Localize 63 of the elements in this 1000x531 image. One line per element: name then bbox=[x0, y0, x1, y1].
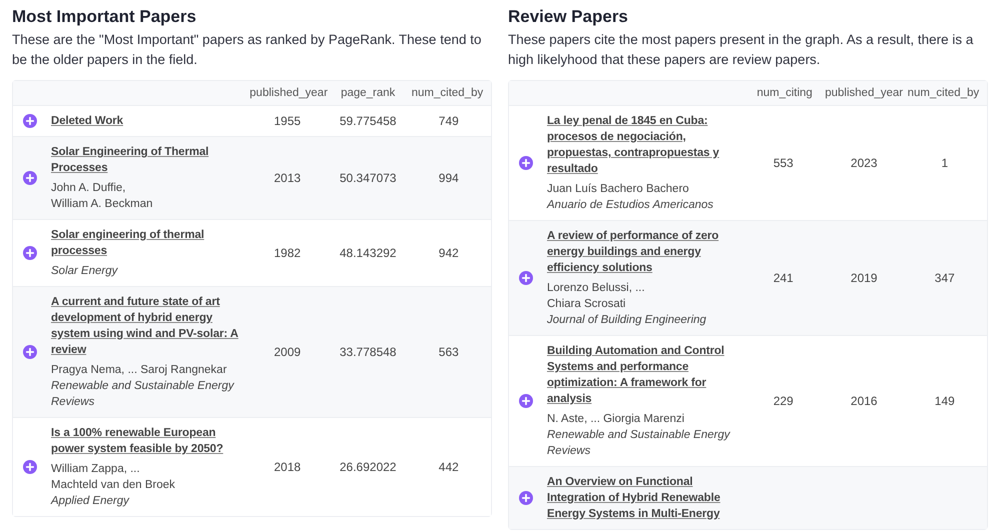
paper-journal: Anuario de Estudios Americanos bbox=[547, 198, 714, 213]
paper-authors: N. Aste, ... Giorgia Marenzi bbox=[547, 412, 686, 427]
table-cell-text: 2023 bbox=[850, 156, 878, 170]
add-icon[interactable] bbox=[23, 171, 37, 185]
table-cell-text: 749 bbox=[438, 114, 460, 128]
column-header: published_year bbox=[824, 87, 904, 99]
paper-authors: William Zappa, ... Machteld van den Broek bbox=[51, 462, 176, 493]
paper-title-link[interactable]: Deleted Work bbox=[51, 113, 247, 129]
table-cell-text: 149 bbox=[934, 394, 956, 408]
paper-title-link[interactable]: A review of performance of zero energy buildings and energy efficiency solutions bbox=[547, 228, 743, 276]
paper-authors: John A. Duffie, William A. Beckman bbox=[51, 181, 154, 212]
section-description: These are the "Most Important" papers as ranked by PageRank. These tend to be the older papers in the field. bbox=[12, 31, 482, 69]
add-icon[interactable] bbox=[519, 394, 533, 408]
column-header: page_rank bbox=[340, 87, 396, 99]
add-icon[interactable] bbox=[23, 114, 37, 128]
paper-journal: Renewable and Sustainable Energy Reviews bbox=[51, 379, 236, 410]
table-cell-text: 59.775458 bbox=[338, 114, 398, 128]
table-cell-text: 50.347073 bbox=[338, 171, 398, 185]
table-cell-text: 347 bbox=[934, 271, 956, 285]
paper-authors: Lorenzo Belussi, ... Chiara Scrosati bbox=[547, 281, 646, 312]
table-cell-text: 2019 bbox=[850, 271, 878, 285]
column-header: published_year bbox=[249, 87, 328, 99]
section-title: Review Papers bbox=[508, 6, 630, 28]
paper-journal: Applied Energy bbox=[51, 494, 130, 509]
paper-title-link[interactable]: Solar engineering of thermal processes bbox=[51, 227, 247, 259]
table-cell-text: 1982 bbox=[272, 246, 302, 260]
paper-title-link[interactable]: A current and future state of art development of hybrid energy system using wind and PV-solar: A review bbox=[51, 294, 247, 358]
table-cell-text: 2018 bbox=[272, 460, 302, 474]
table-cell-text: 241 bbox=[772, 271, 794, 285]
add-icon[interactable] bbox=[23, 345, 37, 359]
section-title: Most Important Papers bbox=[12, 6, 198, 28]
table-cell-text: 2009 bbox=[272, 345, 302, 359]
paper-journal: Renewable and Sustainable Energy Reviews bbox=[547, 428, 732, 459]
paper-title-link[interactable]: La ley penal de 1845 en Cuba: procesos de negociación, propuestas, contrapropuestas y resultado bbox=[547, 113, 743, 177]
table-cell-text: 1 bbox=[940, 156, 949, 170]
paper-journal: Solar Energy bbox=[51, 264, 119, 279]
table-cell-text: 229 bbox=[772, 394, 794, 408]
table-cell-text: 48.143292 bbox=[338, 246, 398, 260]
add-icon[interactable] bbox=[519, 156, 533, 170]
paper-title-link[interactable]: Building Automation and Control Systems and performance optimization: A framework for analysis bbox=[547, 343, 743, 407]
section-description: These papers cite the most papers present in the graph. As a result, there is a high likelyhood that these papers are review papers. bbox=[508, 31, 974, 69]
paper-title-link[interactable]: Is a 100% renewable European power system feasible by 2050? bbox=[51, 425, 247, 457]
table-cell-text: 942 bbox=[438, 246, 460, 260]
table-cell-text: 26.692022 bbox=[338, 460, 398, 474]
add-icon[interactable] bbox=[23, 460, 37, 474]
table-cell-text: 2013 bbox=[272, 171, 302, 185]
table-cell-text: 33.778548 bbox=[338, 345, 398, 359]
column-header: num_cited_by bbox=[906, 87, 980, 99]
table-cell-text: 442 bbox=[438, 460, 460, 474]
table-cell-text: 563 bbox=[438, 345, 460, 359]
paper-authors: Pragya Nema, ... Saroj Rangnekar bbox=[51, 363, 228, 378]
table-cell-text: 553 bbox=[772, 156, 794, 170]
table-cell-text: 2016 bbox=[850, 394, 878, 408]
add-icon[interactable] bbox=[23, 246, 37, 260]
table-cell-text: 994 bbox=[438, 171, 460, 185]
add-icon[interactable] bbox=[519, 491, 533, 505]
paper-title-link[interactable]: Solar Engineering of Thermal Processes bbox=[51, 144, 247, 176]
paper-journal: Journal of Building Engineering bbox=[547, 313, 708, 328]
column-header: num_citing bbox=[756, 87, 814, 99]
column-header: num_cited_by bbox=[410, 87, 484, 99]
table-cell-text: 1955 bbox=[272, 114, 302, 128]
paper-authors: Juan Luís Bachero Bachero bbox=[547, 182, 690, 197]
add-icon[interactable] bbox=[519, 271, 533, 285]
